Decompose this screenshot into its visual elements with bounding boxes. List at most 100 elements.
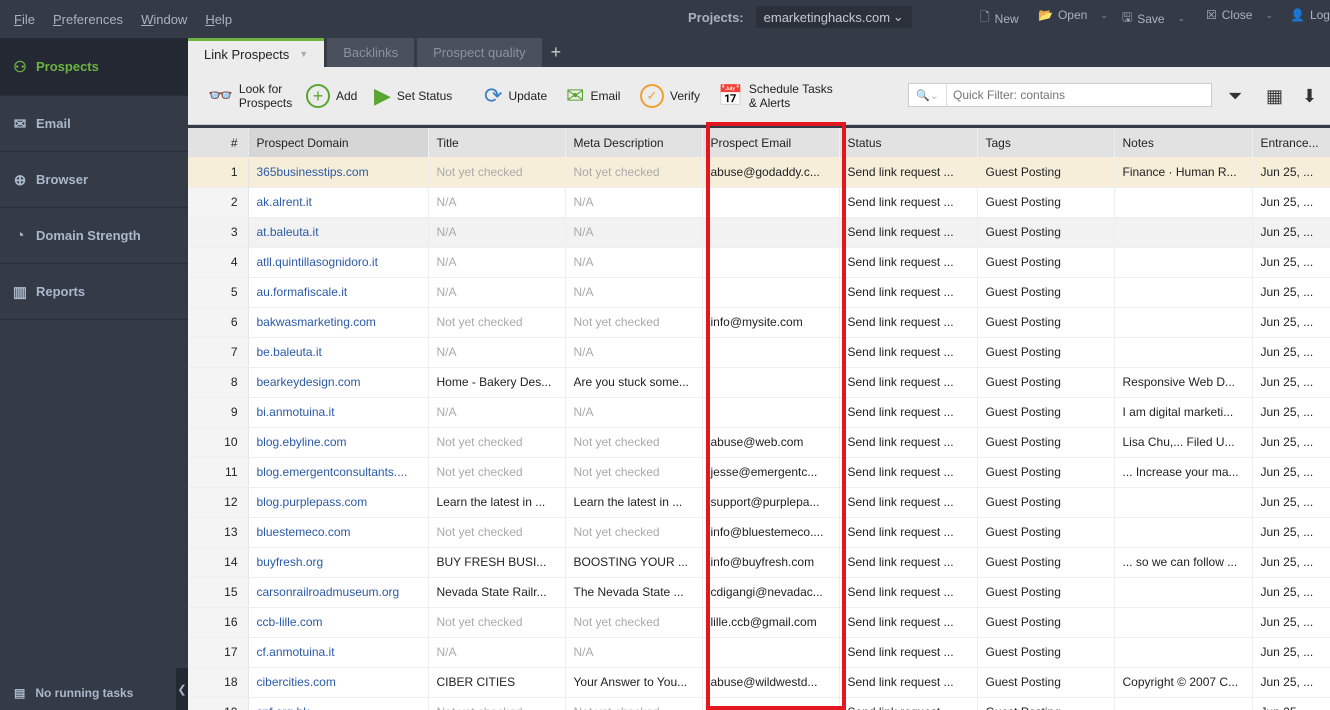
col-prospect-domain-cell[interactable]: cnf.org.bk [248,697,429,710]
sidebar-item-reports[interactable]: ▥ Reports [0,264,188,320]
col-prospect-domain-cell[interactable]: blog.ebyline.com [248,427,429,458]
download-icon[interactable]: ⬇ [1302,67,1317,125]
table-row[interactable]: 9 bi.anmotuina.it N/A N/A Send link request … [188,397,1330,428]
col-meta-description-header[interactable]: Meta Description [565,128,703,157]
envelope-icon: ✉ [13,115,27,133]
sidebar-item-prospects[interactable]: ⚇ Prospects [0,38,188,96]
filter-icon[interactable]: ⏷ [1228,67,1242,125]
col-tags-cell: Guest Posting [977,637,1115,668]
col-status-cell: Send link request ... [839,637,978,668]
table-row[interactable]: 10 blog.ebyline.com Not yet checked Not yet… [188,427,1330,458]
update-button[interactable]: ⟳ Update [484,67,547,125]
table-row[interactable]: 18 cibercities.com CIBER CITIES Your Answer… [188,667,1330,698]
task-status[interactable]: ▤ No running tasks [14,686,133,700]
table-row[interactable]: 8 bearkeydesign.com Home - Bakery Des... Ar… [188,367,1330,398]
col-prospect-domain-cell[interactable]: carsonrailroadmuseum.org [248,577,429,608]
schedule-tasks-button[interactable]: 📅 Schedule Tasks & Alerts [718,67,833,125]
col-prospect-domain-header[interactable]: Prospect Domain [248,128,429,157]
chevron-down-icon[interactable]: ⌄ [1178,13,1186,24]
table-row[interactable]: 1 365businesstips.com Not yet checked Not y… [188,157,1330,188]
chevron-down-icon[interactable]: ⌄ [1265,10,1273,21]
table-row[interactable]: 4 atll.quintillasognidoro.it N/A N/A Send li… [188,247,1330,278]
chevron-down-icon[interactable]: ▼ [299,49,308,59]
sidebar-item-domain-strength[interactable]: ◔ Domain Strength [0,208,188,264]
table-row[interactable]: 17 cf.anmotuina.it N/A N/A Send link request… [188,637,1330,668]
table-row[interactable]: 5 au.formafiscale.it N/A N/A Send link reque… [188,277,1330,308]
save-button[interactable]: 🖫 Save ⌄ [1122,8,1185,29]
toolbar: 👓 Look for Prospects + Add ▶ Set Status ⟳ Upd… [188,67,1330,125]
set-status-button[interactable]: ▶ Set Status [374,67,452,125]
close-icon: ☒ [1206,8,1217,22]
new-button[interactable]: 🗋 New [980,8,1019,29]
col-prospect-domain-cell[interactable]: at.baleuta.it [248,217,429,248]
col-tags-header[interactable]: Tags [977,128,1115,157]
col-status-cell: Send link request ... [839,547,978,578]
col-prospect-domain-cell[interactable]: ak.alrent.it [248,187,429,218]
col-prospect-domain-cell[interactable]: au.formafiscale.it [248,277,429,308]
verify-button[interactable]: ✓ Verify [640,67,700,125]
col-prospect-domain-cell[interactable]: atll.quintillasognidoro.it [248,247,429,278]
open-button[interactable]: 📂 Open ⌄ [1038,8,1108,22]
col-number-header[interactable]: # [188,128,249,157]
col-title-header[interactable]: Title [428,128,566,157]
look-for-prospects-button[interactable]: 👓 Look for Prospects [208,67,292,125]
table-row[interactable]: 19cnf.org.bkNot yet checkedNot yet check… [188,697,1330,710]
col-title-cell: N/A [428,187,566,218]
col-prospect-domain-cell[interactable]: 365businesstips.com [248,157,429,188]
search-icon[interactable]: 🔍⌄ [909,84,947,106]
tab-prospect-quality[interactable]: Prospect quality [417,38,542,67]
col-prospect-domain-cell[interactable]: cibercities.com [248,667,429,698]
col-prospect-domain-cell[interactable]: blog.emergentconsultants.... [248,457,429,488]
table-row[interactable]: 2 ak.alrent.it N/A N/A Send link request ...… [188,187,1330,218]
menu-help[interactable]: Help [205,12,232,27]
col-prospect-email-header[interactable]: Prospect Email [702,128,840,157]
table-row[interactable]: 7 be.baleuta.it N/A N/A Send link request ..… [188,337,1330,368]
col-prospect-domain-cell[interactable]: bakwasmarketing.com [248,307,429,338]
add-tab-button[interactable]: + [545,38,568,67]
menu-preferences[interactable]: Preferences [53,12,123,27]
menu-window[interactable]: Window [141,12,187,27]
sidebar-item-label: Browser [36,172,89,187]
table-row[interactable]: 15 carsonrailroadmuseum.org Nevada State R… [188,577,1330,608]
sidebar-item-browser[interactable]: ⊕ Browser [0,152,188,208]
table-row[interactable]: 13 bluestemeco.com Not yet checked Not yet … [188,517,1330,548]
close-button[interactable]: ☒ Close ⌄ [1206,8,1273,22]
col-prospect-domain-cell[interactable]: ccb-lille.com [248,607,429,638]
table-row[interactable]: 16 ccb-lille.com Not yet checked Not yet ch… [188,607,1330,638]
verify-label: Verify [670,89,701,103]
layout-icon[interactable]: ▦ [1266,67,1283,125]
log-button[interactable]: 👤 Log [1290,8,1330,22]
col-prospect-domain-cell[interactable]: bi.anmotuina.it [248,397,429,428]
col-meta-description-cell: N/A [565,637,703,668]
chevron-down-icon[interactable]: ⌄ [1100,10,1108,21]
col-status-header[interactable]: Status [839,128,978,157]
collapse-sidebar-button[interactable]: ❮ [176,668,188,710]
col-prospect-domain-cell[interactable]: be.baleuta.it [248,337,429,368]
tab-backlinks[interactable]: Backlinks [327,38,415,67]
col-entrance-cell: Jun 25, ... [1252,637,1330,668]
project-dropdown[interactable]: emarketinghacks.com ⌄ [755,6,912,28]
sidebar-item-email[interactable]: ✉ Email [0,96,188,152]
table-row[interactable]: 12 blog.purplepass.com Learn the latest in… [188,487,1330,518]
col-status-cell: Send link request ... [839,517,978,548]
table-row[interactable]: 14 buyfresh.org BUY FRESH BUSI... BOOSTING … [188,547,1330,578]
col-prospect-domain-cell[interactable]: bluestemeco.com [248,517,429,548]
table-row[interactable]: 6 bakwasmarketing.com Not yet checked Not y… [188,307,1330,338]
col-prospect-domain-cell[interactable]: buyfresh.org [248,547,429,578]
col-notes-cell: I am digital marketi... [1114,397,1253,428]
col-notes-header[interactable]: Notes [1114,128,1253,157]
table-row[interactable]: 11 blog.emergentconsultants.... Not yet ch… [188,457,1330,488]
col-prospect-domain-cell[interactable]: cf.anmotuina.it [248,637,429,668]
col-number-cell: 2 [188,187,249,218]
add-button[interactable]: + Add [306,67,357,125]
col-entrance-cell: Jun 25, ... [1252,577,1330,608]
quick-filter-input[interactable] [947,88,1207,102]
col-entrance-header[interactable]: Entrance... [1252,128,1330,157]
tasks-icon: ▤ [14,686,26,700]
col-prospect-domain-cell[interactable]: blog.purplepass.com [248,487,429,518]
tab-link-prospects[interactable]: Link Prospects ▼ [188,38,325,67]
table-row[interactable]: 3 at.baleuta.it N/A N/A Send link request ..… [188,217,1330,248]
email-button[interactable]: ✉ Email [566,67,620,125]
col-prospect-domain-cell[interactable]: bearkeydesign.com [248,367,429,398]
menu-file[interactable]: File [14,12,35,27]
